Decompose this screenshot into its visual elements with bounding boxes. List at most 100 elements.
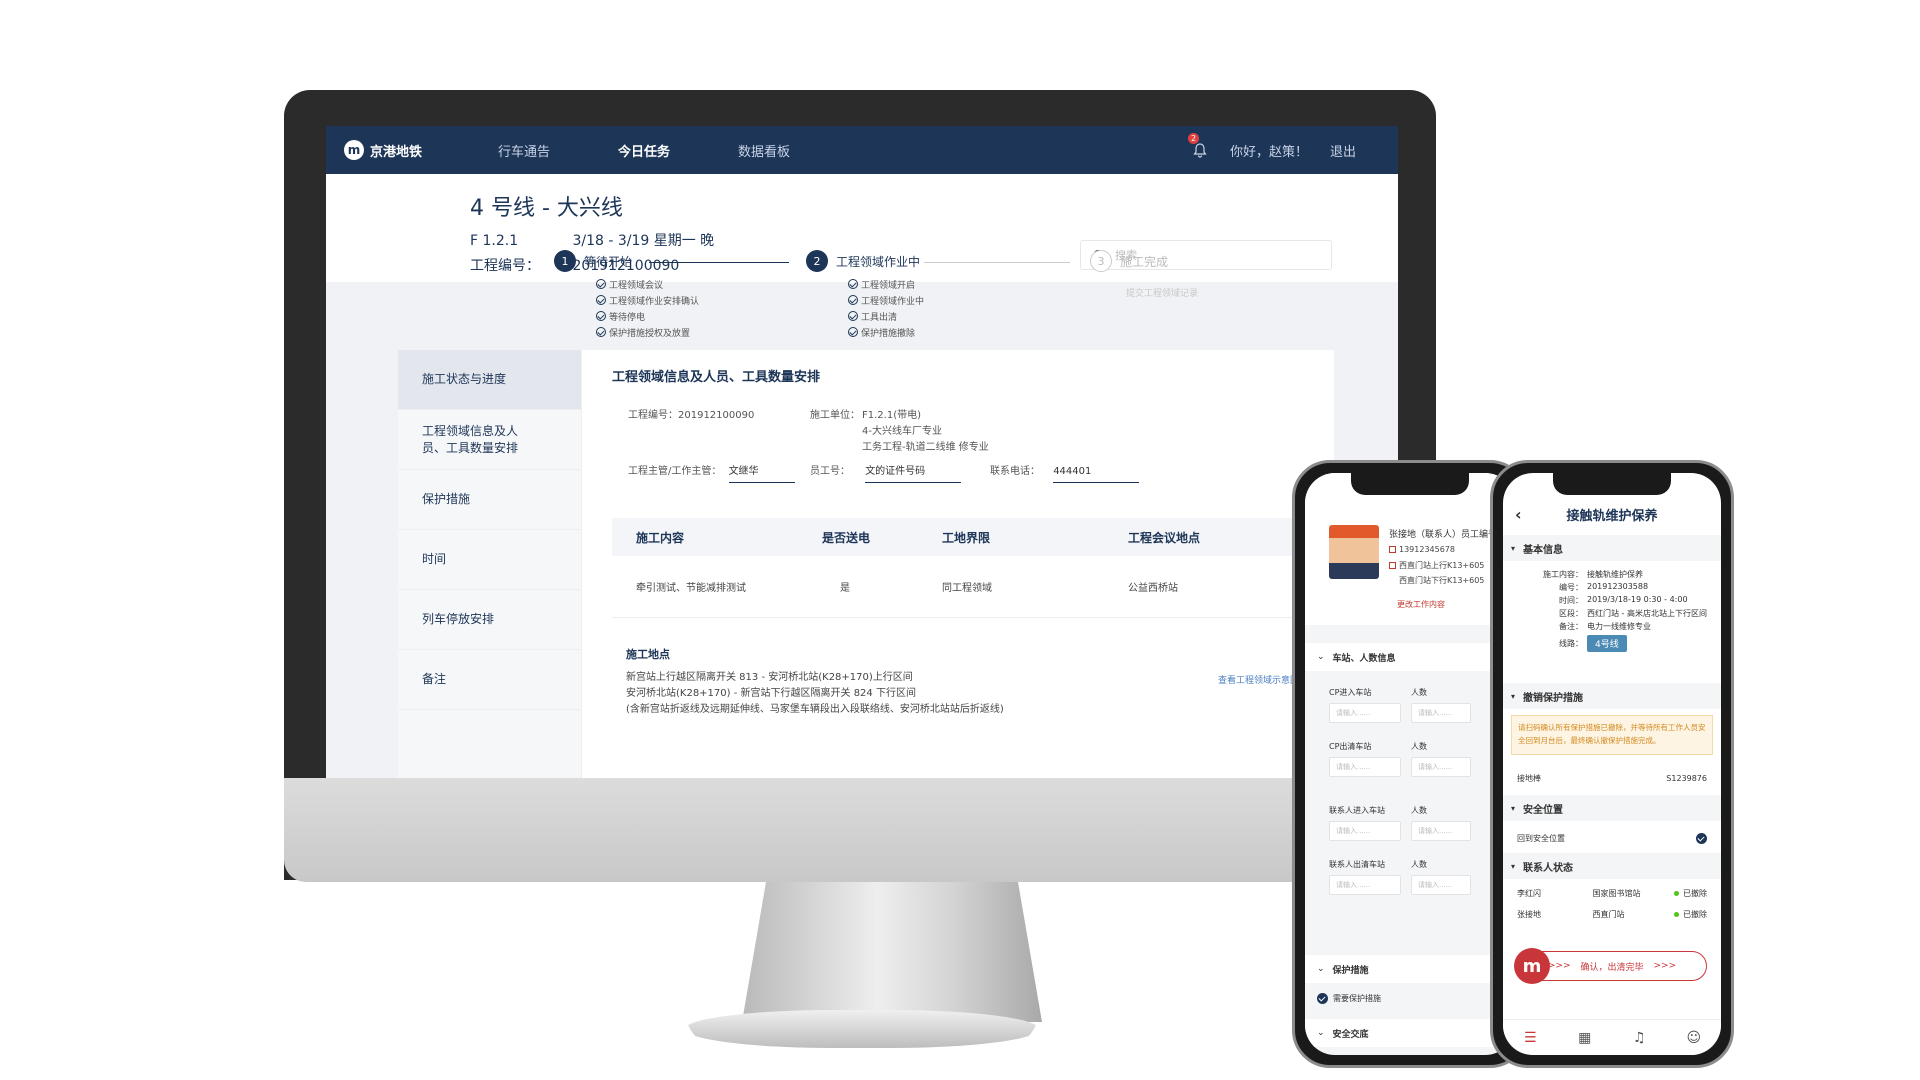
step-2: 2 工程领域作业中 xyxy=(806,250,920,272)
field-label: 人数 xyxy=(1411,688,1427,697)
back-arrow-icon[interactable]: ‹ xyxy=(1515,505,1522,524)
check-icon xyxy=(596,295,606,305)
side-item-info[interactable]: 工程领域信息及人员、工具数量安排 xyxy=(398,410,581,470)
info-unit-label: 施工单位： xyxy=(810,410,860,421)
ground-rod-row: 接地棒 S1239876 xyxy=(1517,774,1707,783)
section-safety[interactable]: ⌄ 安全交底 xyxy=(1305,1019,1515,1047)
cp-exit-input[interactable]: 请输入...... xyxy=(1329,757,1401,777)
staff-field: 员工号： 文的证件号码 xyxy=(810,464,962,483)
tab-bell-icon[interactable]: ♫ xyxy=(1631,1030,1647,1046)
project-code: F 1.2.1 xyxy=(470,233,519,249)
section-station[interactable]: ⌄ 车站、人数信息 xyxy=(1305,643,1515,671)
tab-list-icon[interactable]: ☰ xyxy=(1522,1030,1538,1046)
side-item-parking[interactable]: 列车停放安排 xyxy=(398,590,581,650)
contact-row: 李红闪 国家图书馆站 已撤除 xyxy=(1517,889,1707,898)
basic-row: 编号： 201912303588 xyxy=(1559,582,1649,592)
contact-line: 西直门站上行K13+605 xyxy=(1389,560,1484,571)
contact-exit-count-input[interactable]: 请输入...... xyxy=(1411,875,1471,895)
side-item-notes[interactable]: 备注 xyxy=(398,650,581,710)
step-3-substep: 提交工程领域记录 xyxy=(1126,289,1199,299)
section-revoke[interactable]: ▾ 撤销保护措施 xyxy=(1503,683,1721,709)
nav-item-notices[interactable]: 行车通告 xyxy=(464,141,584,160)
tab-bar: ☰ ▦ ♫ ☺ xyxy=(1503,1019,1721,1055)
side-item-status[interactable]: 施工状态与进度 xyxy=(398,350,581,410)
contact-exit-input[interactable]: 请输入...... xyxy=(1329,875,1401,895)
check-icon xyxy=(596,311,606,321)
step-label: 等待开始 xyxy=(584,254,633,269)
phone-maintenance-detail: ‹ 接触轨维护保养 ▾ 基本信息 施工内容： 接触轨维护保养 编号： 20191230… xyxy=(1490,460,1734,1068)
field-label: CP进入车站 xyxy=(1329,688,1372,697)
logo[interactable]: m 京港地铁 xyxy=(344,140,464,160)
desktop-screen: m 京港地铁 行车通告 今日任务 数据看板 2 你好，赵策！ 退出 4 号线 -… xyxy=(326,126,1398,778)
section-safe[interactable]: ▾ 安全位置 xyxy=(1503,795,1721,821)
step-1-substeps: 工程领域会议 工程领域作业安排确认 等待停电 保护措施授权及放置 xyxy=(596,278,699,342)
tab-user-icon[interactable]: ☺ xyxy=(1686,1030,1702,1046)
check-icon xyxy=(848,295,858,305)
contact-enter-input[interactable]: 请输入...... xyxy=(1329,821,1401,841)
basic-row: 时间： 2019/3/18-19 0:30 - 4:00 xyxy=(1559,595,1688,605)
field-label: 人数 xyxy=(1411,742,1427,751)
nav-item-today[interactable]: 今日任务 xyxy=(584,141,704,160)
avatar xyxy=(1329,525,1379,579)
bell-icon[interactable]: 2 xyxy=(1187,133,1208,158)
field-label: 人数 xyxy=(1411,806,1427,815)
step-label: 工程领域作业中 xyxy=(836,254,921,269)
detail-main: 工程领域信息及人员、工具数量安排 工程编号：201912100090 施工单位：… xyxy=(582,350,1334,778)
logo-icon: m xyxy=(344,140,364,160)
info-project-no: 工程编号：201912100090 xyxy=(628,410,755,421)
step-connector xyxy=(649,262,789,263)
substep: 工程领域作业安排确认 xyxy=(596,294,699,310)
progress-steps: 1 等待开始 工程领域会议 工程领域作业安排确认 等待停电 保护措施授权及放置 … xyxy=(554,250,1254,340)
view-diagram-link[interactable]: 查看工程领域示意图 xyxy=(1218,673,1299,686)
check-icon xyxy=(1317,993,1328,1004)
phone-value: 444401 xyxy=(1053,464,1140,483)
monitor-stand-base xyxy=(685,1010,1039,1048)
phone-header: ‹ 接触轨维护保养 xyxy=(1503,497,1721,531)
step-1: 1 等待开始 xyxy=(554,250,632,272)
field-label: 人数 xyxy=(1411,860,1427,869)
table-row: 牵引测试、节能减排测试 是 同工程领域 公益西桥站 xyxy=(612,556,1292,618)
section-protect[interactable]: ⌄ 保护措施 xyxy=(1305,955,1515,983)
cp-exit-count-input[interactable]: 请输入...... xyxy=(1411,757,1471,777)
substep: 工具出清 xyxy=(848,310,924,326)
logo-icon: m xyxy=(1514,948,1550,984)
basic-row: 线路： 4号线 xyxy=(1503,635,1721,652)
field-label: CP出清车站 xyxy=(1329,742,1372,751)
contact-row: 张接地 西直门站 已撤除 xyxy=(1517,910,1707,919)
monitor-chin xyxy=(284,778,1436,882)
line-tag: 4号线 xyxy=(1587,635,1627,652)
top-nav: m 京港地铁 行车通告 今日任务 数据看板 2 你好，赵策！ 退出 xyxy=(326,126,1398,174)
location-icon xyxy=(1389,562,1396,569)
contact-line: 西直门站下行K13+605 xyxy=(1399,576,1485,585)
side-item-time[interactable]: 时间 xyxy=(398,530,581,590)
info-unit-lines: F1.2.1(带电) 4-大兴线车厂专业 工务工程-轨道二线维 修专业 xyxy=(862,410,989,453)
detail-panel: 施工状态与进度 工程领域信息及人员、工具数量安排 保护措施 时间 列车停放安排 … xyxy=(398,350,1334,778)
step-connector xyxy=(924,262,1070,263)
check-icon xyxy=(848,279,858,289)
side-item-protection[interactable]: 保护措施 xyxy=(398,470,581,530)
basic-row: 施工内容： 接触轨维护保养 xyxy=(1543,570,1643,579)
safe-position-row[interactable]: 回到安全位置 xyxy=(1517,833,1707,844)
contact-name: 张接地（联系人）员工编号 xyxy=(1389,530,1498,540)
logout-link[interactable]: 退出 xyxy=(1330,141,1356,160)
section-basic[interactable]: ▾ 基本信息 xyxy=(1503,535,1721,561)
phone-field: 联系电话： 444401 xyxy=(990,464,1140,483)
confirm-clear-button[interactable]: m >>> 确认，出清完毕 >>> xyxy=(1514,948,1707,984)
tab-calendar-icon[interactable]: ▦ xyxy=(1577,1030,1593,1046)
chevron-down-icon: ▾ xyxy=(1511,803,1516,813)
cp-enter-input[interactable]: 请输入...... xyxy=(1329,703,1401,723)
section-contact[interactable]: ▾ 联系人状态 xyxy=(1503,853,1721,879)
place-title: 施工地点 xyxy=(626,648,670,661)
chevron-down-icon: ⌄ xyxy=(1317,1028,1325,1038)
cp-enter-count-input[interactable]: 请输入...... xyxy=(1411,703,1471,723)
substep: 工程领域作业中 xyxy=(848,294,924,310)
step-number: 1 xyxy=(554,250,576,272)
edit-work-link[interactable]: 更改工作内容 xyxy=(1397,599,1445,610)
nav-item-dashboard[interactable]: 数据看板 xyxy=(704,141,824,160)
basic-row: 备注： 电力一线维修专业 xyxy=(1559,622,1651,631)
notification-badge: 2 xyxy=(1187,133,1200,144)
contact-enter-count-input[interactable]: 请输入...... xyxy=(1411,821,1471,841)
chevron-down-icon: ⌄ xyxy=(1317,964,1325,974)
need-protect-checkbox[interactable]: 需要保护措施 xyxy=(1317,993,1381,1004)
contact-card: 张接地（联系人）员工编号 13912345678 西直门站上行K13+605 西… xyxy=(1305,473,1515,625)
